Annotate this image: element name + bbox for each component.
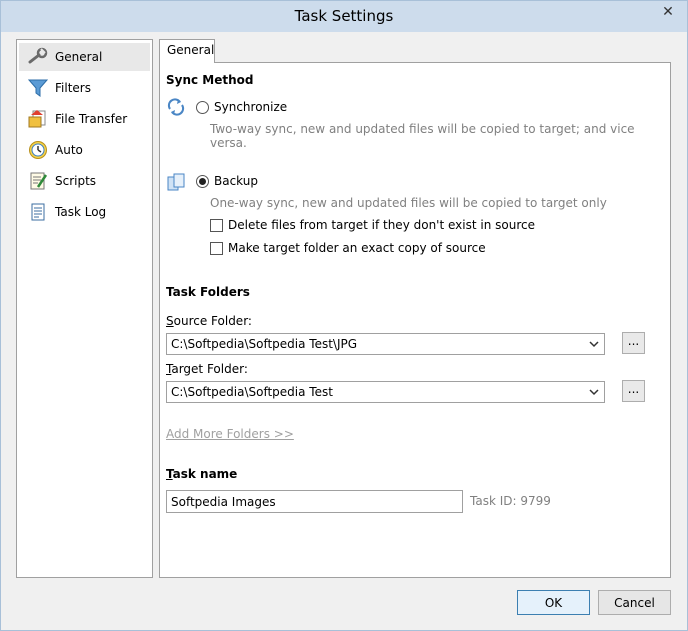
sidebar-item-label: Auto bbox=[55, 143, 83, 157]
sidebar-item-scripts[interactable]: Scripts bbox=[19, 167, 150, 195]
ok-button[interactable]: OK bbox=[517, 590, 590, 615]
exact-copy-option[interactable]: Make target folder an exact copy of sour… bbox=[210, 241, 486, 255]
target-folder-value: C:\Softpedia\Softpedia Test bbox=[171, 385, 333, 399]
script-icon bbox=[27, 170, 49, 192]
sidebar-item-label: Filters bbox=[55, 81, 91, 95]
synchronize-label: Synchronize bbox=[214, 100, 288, 114]
backup-label: Backup bbox=[214, 174, 258, 188]
title-bar: Task Settings ✕ bbox=[1, 1, 687, 32]
close-icon: ✕ bbox=[662, 4, 674, 20]
synchronize-hint: Two-way sync, new and updated files will… bbox=[210, 122, 635, 150]
synchronize-option[interactable]: Synchronize bbox=[196, 100, 287, 114]
chevron-down-icon[interactable] bbox=[588, 338, 600, 350]
source-browse-button[interactable]: ... bbox=[622, 332, 645, 354]
sidebar-item-auto[interactable]: Auto bbox=[19, 136, 150, 164]
sidebar-item-label: File Transfer bbox=[55, 112, 128, 126]
sync-method-title: Sync Method bbox=[166, 73, 254, 87]
backup-icon bbox=[166, 172, 186, 195]
source-folder-label: Source Folder: bbox=[166, 314, 252, 328]
tab-general[interactable]: General bbox=[159, 39, 215, 63]
file-transfer-icon bbox=[27, 108, 49, 130]
target-browse-button[interactable]: ... bbox=[622, 380, 645, 402]
sidebar-item-label: General bbox=[55, 50, 103, 64]
general-panel: Sync Method Synchronize Two-way sync, ne… bbox=[159, 62, 671, 578]
backup-hint: One-way sync, new and updated files will… bbox=[210, 196, 607, 210]
exact-copy-label: Make target folder an exact copy of sour… bbox=[228, 241, 486, 255]
task-name-input[interactable]: Softpedia Images bbox=[166, 490, 463, 513]
source-folder-combo[interactable]: C:\Softpedia\Softpedia Test\JPG bbox=[166, 333, 605, 355]
synchronize-icon bbox=[166, 97, 186, 120]
sidebar-item-label: Scripts bbox=[55, 174, 97, 188]
backup-radio[interactable] bbox=[196, 174, 209, 188]
log-icon bbox=[27, 201, 49, 223]
sidebar: General Filters File Transfer Auto Scrip… bbox=[16, 39, 153, 578]
sidebar-item-label: Task Log bbox=[55, 205, 107, 219]
delete-files-label: Delete files from target if they don't e… bbox=[228, 218, 535, 232]
funnel-icon bbox=[27, 77, 49, 99]
cancel-button[interactable]: Cancel bbox=[598, 590, 671, 615]
sidebar-item-file-transfer[interactable]: File Transfer bbox=[19, 105, 150, 133]
sidebar-item-task-log[interactable]: Task Log bbox=[19, 198, 150, 226]
task-name-title: Task name bbox=[166, 467, 238, 481]
sidebar-item-general[interactable]: General bbox=[19, 43, 150, 71]
chevron-down-icon[interactable] bbox=[588, 386, 600, 398]
exact-copy-checkbox[interactable] bbox=[210, 241, 223, 255]
target-folder-combo[interactable]: C:\Softpedia\Softpedia Test bbox=[166, 381, 605, 403]
task-folders-title: Task Folders bbox=[166, 285, 250, 299]
window-title: Task Settings bbox=[294, 7, 394, 25]
close-button[interactable]: ✕ bbox=[655, 2, 681, 22]
sidebar-item-filters[interactable]: Filters bbox=[19, 74, 150, 102]
delete-files-option[interactable]: Delete files from target if they don't e… bbox=[210, 218, 535, 232]
source-folder-value: C:\Softpedia\Softpedia Test\JPG bbox=[171, 337, 358, 351]
synchronize-radio[interactable] bbox=[196, 100, 209, 114]
clock-icon bbox=[27, 139, 49, 161]
backup-option[interactable]: Backup bbox=[196, 174, 258, 188]
task-id: Task ID: 9799 bbox=[470, 494, 551, 508]
add-more-folders-link[interactable]: Add More Folders >> bbox=[166, 427, 294, 441]
wrench-icon bbox=[27, 46, 49, 68]
delete-files-checkbox[interactable] bbox=[210, 218, 223, 232]
target-folder-label: Target Folder: bbox=[166, 362, 248, 376]
